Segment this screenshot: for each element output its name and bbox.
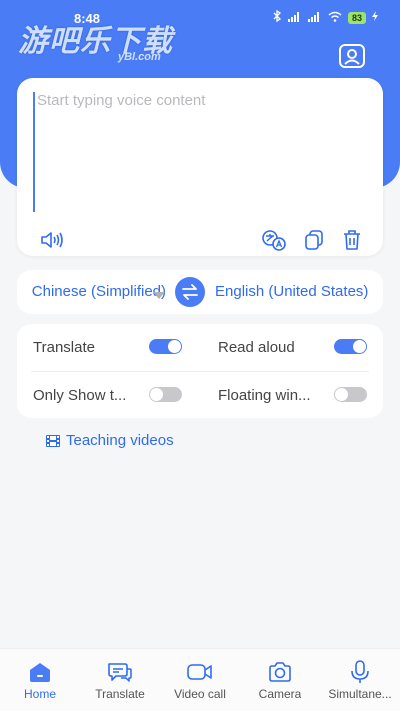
teaching-videos-link[interactable]: Teaching videos [46,432,174,449]
profile-button[interactable] [336,40,368,72]
battery-indicator: 83 [347,11,366,24]
camera-icon [269,662,291,682]
divider [31,371,369,372]
bottom-navigation: Home Translate Video call Camera Simulta… [0,648,400,711]
copy-button[interactable] [301,228,327,252]
trash-icon [344,230,360,250]
wifi-icon [328,11,342,25]
signal-icon [307,11,322,25]
speaker-icon [41,232,63,248]
translate-text-button[interactable] [261,228,287,252]
settings-panel: Translate Read aloud Only Show t... Floa… [17,324,383,418]
translate-toggle[interactable] [149,339,182,354]
voice-input-card [17,78,383,256]
microphone-icon [351,660,369,683]
target-language[interactable]: English (United States) [215,283,368,300]
source-language[interactable]: Chinese (Simplified) [32,283,166,300]
nav-translate-label: Translate [95,687,145,701]
floating-window-toggle[interactable] [334,387,367,402]
read-aloud-setting-label: Read aloud [218,339,295,356]
signal-icon [287,11,302,25]
chevron-down-icon[interactable] [153,287,165,305]
translate-icon [262,230,286,251]
speak-button[interactable] [39,228,65,252]
teaching-videos-label: Teaching videos [66,432,174,449]
nav-home-label: Home [23,687,56,701]
nav-camera-label: Camera [258,687,302,701]
nav-simultaneous-label: Simultane... [328,687,392,701]
bluetooth-icon [272,9,282,25]
home-icon [30,663,50,682]
charging-icon [372,11,378,24]
swap-languages-button[interactable] [175,277,205,307]
floating-window-setting-label: Floating win... [218,387,311,404]
nav-simultaneous[interactable]: Simultane... [320,649,400,711]
clear-button[interactable] [339,228,365,252]
voice-content-input[interactable] [33,92,363,212]
only-show-toggle[interactable] [149,387,182,402]
swap-icon [182,284,198,300]
copy-icon [305,230,323,250]
nav-video-call-label: Video call [174,687,226,701]
read-aloud-toggle[interactable] [334,339,367,354]
language-selector: Chinese (Simplified) English (United Sta… [17,270,383,314]
nav-camera[interactable]: Camera [240,649,320,711]
film-icon [46,434,60,447]
user-profile-icon [339,44,365,68]
nav-translate[interactable]: Translate [80,649,160,711]
status-icons: 83 [272,9,378,25]
translate-setting-label: Translate [33,339,95,356]
chat-translate-icon [108,663,132,682]
nav-home[interactable]: Home [0,649,80,711]
watermark-subtext: yBl.com [118,51,161,63]
video-camera-icon [187,664,212,680]
nav-video-call[interactable]: Video call [160,649,240,711]
only-show-setting-label: Only Show t... [33,387,127,404]
